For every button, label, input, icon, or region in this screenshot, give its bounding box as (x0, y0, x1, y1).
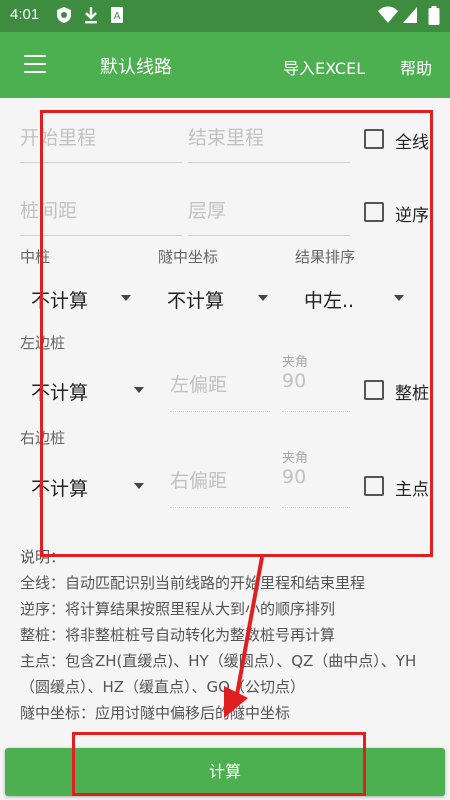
import-excel-button[interactable]: 导入EXCEL (283, 55, 365, 79)
battery-icon (428, 6, 440, 25)
note-reverse: 逆序：将计算结果按照里程从大到小的顺序排列 (20, 600, 336, 618)
svg-text:A: A (114, 11, 121, 22)
app-bar: 默认线路 导入EXCEL 帮助 (0, 32, 450, 98)
signal-icon (403, 7, 417, 23)
shield-icon (57, 7, 71, 23)
app-notification-icon: A (111, 7, 123, 23)
note-full-line: 全线：自动匹配识别当前线路的开始里程和结束里程 (20, 574, 366, 592)
highlight-box-calc (72, 732, 366, 796)
menu-icon[interactable] (24, 55, 46, 73)
status-bar: 4:01 A (0, 0, 450, 32)
wifi-icon (378, 6, 398, 23)
instructions-text: 说明： 全线：自动匹配识别当前线路的开始里程和结束里程 逆序：将计算结果按照里程… (20, 544, 430, 726)
note-tunnel-coord: 隧中坐标：应用讨隧中偏移后的隧中坐标 (20, 704, 291, 722)
page-title: 默认线路 (100, 57, 172, 78)
status-time: 4:01 (10, 6, 40, 23)
note-main-point: 主点：包含ZH(直缓点)、HY（缓圆点）、QZ（曲中点）、YH（圆缓点）、HZ（… (20, 652, 417, 696)
note-integer-pile: 整桩：将非整桩桩号自动转化为整数桩号再计算 (20, 626, 336, 644)
help-button[interactable]: 帮助 (400, 55, 432, 79)
highlight-box-form (40, 110, 433, 557)
download-icon (85, 7, 97, 24)
